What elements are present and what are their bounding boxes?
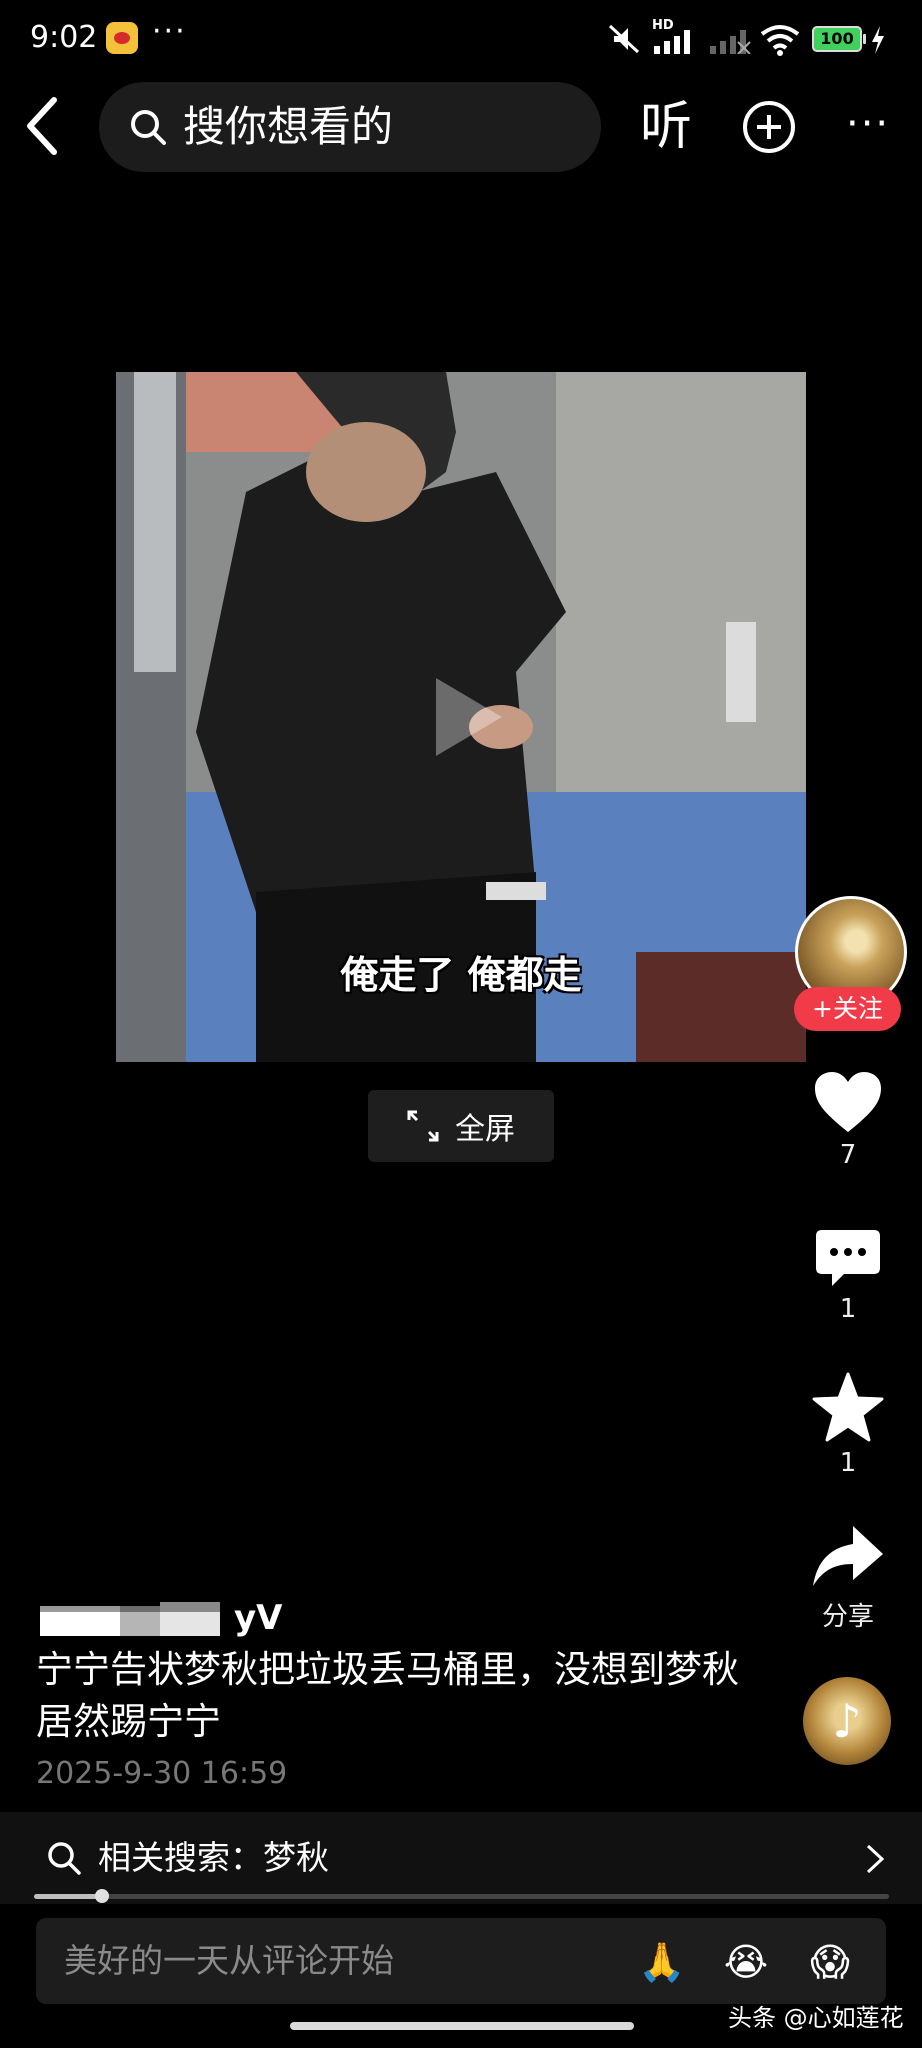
post-title: 宁宁告状梦秋把垃圾丢马桶里，没想到梦秋居然踢宁宁 [36, 1648, 739, 1743]
comment-button[interactable]: 1 [800, 1228, 896, 1324]
home-indicator[interactable] [290, 2022, 634, 2030]
comment-input[interactable]: 美好的一天从评论开始 🙏 😭 😱 [36, 1918, 886, 2004]
favorite-count: 1 [839, 1448, 857, 1478]
mute-icon [608, 24, 640, 54]
like-button[interactable]: 7 [800, 1070, 896, 1170]
expand-icon [407, 1110, 439, 1142]
weibo-app-icon [106, 22, 138, 54]
comment-placeholder: 美好的一天从评论开始 [64, 1941, 394, 1980]
watermark: 头条 @心如莲花 [728, 2004, 904, 2032]
fullscreen-label: 全屏 [455, 1112, 515, 1147]
star-icon [812, 1372, 884, 1442]
progress-fill [34, 1894, 103, 1899]
back-button[interactable] [24, 96, 64, 156]
share-button[interactable]: 分享 [800, 1524, 896, 1633]
battery-indicator: 100 [812, 26, 866, 52]
search-placeholder: 搜你想看的 [183, 102, 394, 151]
fullscreen-button[interactable]: 全屏 [368, 1090, 554, 1162]
search-bar[interactable]: 搜你想看的 [99, 82, 601, 172]
like-count: 7 [839, 1140, 857, 1170]
favorite-button[interactable]: 1 [800, 1372, 896, 1478]
status-more-icon: ··· [152, 14, 187, 49]
share-label: 分享 [821, 1602, 874, 1632]
video-subtitle: 俺走了 俺都走 [340, 953, 582, 997]
heart-icon [815, 1072, 881, 1132]
post-date: 2025-9-30 16:59 [36, 1756, 288, 1791]
follow-button[interactable]: +关注 [794, 987, 901, 1031]
add-button[interactable] [742, 100, 796, 154]
video-progress-bar[interactable] [34, 1889, 889, 1903]
listen-button[interactable]: 听 [640, 92, 692, 162]
comment-icon [816, 1230, 880, 1286]
emoji-shocked-button[interactable]: 😱 [804, 1936, 856, 1988]
video-player[interactable]: 俺走了 俺都走 [116, 372, 806, 1062]
related-search-bar[interactable]: 相关搜索：梦秋 [0, 1812, 922, 1904]
search-icon [131, 110, 166, 145]
chevron-right-icon [866, 1844, 885, 1874]
cellular-hd-icon [654, 30, 690, 54]
more-options-button[interactable]: ··· [846, 104, 890, 144]
emoji-crying-button[interactable]: 😭 [720, 1936, 772, 1988]
author-name[interactable]: yV [36, 1596, 286, 1640]
status-time: 9:02 [30, 20, 98, 55]
author-name-suffix: yV [234, 1598, 283, 1638]
music-disc-icon[interactable]: ♪ [803, 1677, 891, 1765]
wifi-icon [760, 25, 800, 56]
search-icon [48, 1842, 81, 1875]
play-icon[interactable] [428, 672, 508, 762]
share-arrow-icon [813, 1526, 883, 1586]
related-search-label: 相关搜索：梦秋 [98, 1838, 329, 1877]
charging-icon [872, 26, 884, 54]
emoji-pray-button[interactable]: 🙏 [636, 1936, 688, 1988]
cellular-no-signal-icon [710, 30, 751, 54]
comment-count: 1 [839, 1294, 857, 1324]
